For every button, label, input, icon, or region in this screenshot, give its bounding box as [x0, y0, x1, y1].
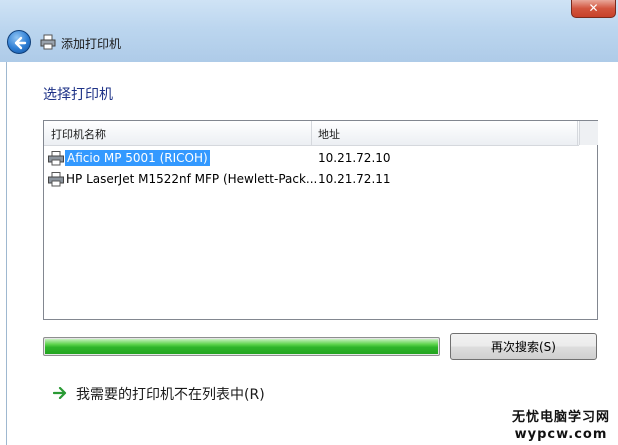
column-separator[interactable] — [311, 121, 312, 145]
watermark: 无忧电脑学习网 wypcw.com — [506, 406, 616, 442]
page-title: 选择打印机 — [43, 87, 113, 103]
window-title: 添加打印机 — [61, 37, 122, 51]
not-listed-label[interactable]: 我需要的打印机不在列表中(R) — [76, 384, 265, 404]
list-item-printer[interactable]: Aficio MP 5001 (RICOH) 10.21.72.10 — [44, 148, 579, 168]
green-arrow-icon — [53, 387, 67, 399]
printer-name: HP LaserJet M1522nf MFP (Hewlett-Pack... — [66, 172, 318, 186]
progress-fill — [45, 339, 438, 354]
search-again-button[interactable]: 再次搜索(S) — [450, 333, 597, 360]
list-item-printer[interactable]: HP LaserJet M1522nf MFP (Hewlett-Pack...… — [44, 169, 579, 189]
back-arrow-icon — [14, 36, 27, 50]
watermark-line2: wypcw.com — [514, 427, 608, 442]
printer-name: Aficio MP 5001 (RICOH) — [65, 150, 210, 166]
close-icon: ✕ — [588, 1, 599, 15]
printer-icon — [48, 172, 64, 187]
list-header: 打印机名称 地址 — [44, 121, 579, 146]
watermark-line1: 无忧电脑学习网 — [511, 410, 610, 425]
printer-address: 10.21.72.11 — [318, 172, 391, 186]
printer-list[interactable]: 打印机名称 地址 Aficio MP 5001 (RICOH) 10.21.72… — [43, 120, 598, 320]
column-header-address[interactable]: 地址 — [318, 126, 340, 142]
close-button[interactable]: ✕ — [571, 0, 616, 18]
back-button[interactable] — [7, 30, 31, 54]
header-spacer — [579, 121, 598, 145]
title-bar: ✕ 添加打印机 — [0, 0, 618, 62]
column-header-name[interactable]: 打印机名称 — [51, 126, 106, 142]
printer-icon — [40, 34, 56, 50]
search-progress-bar — [43, 337, 440, 356]
printer-address: 10.21.72.10 — [318, 151, 391, 165]
printer-icon — [48, 151, 64, 166]
column-separator[interactable] — [577, 121, 578, 145]
